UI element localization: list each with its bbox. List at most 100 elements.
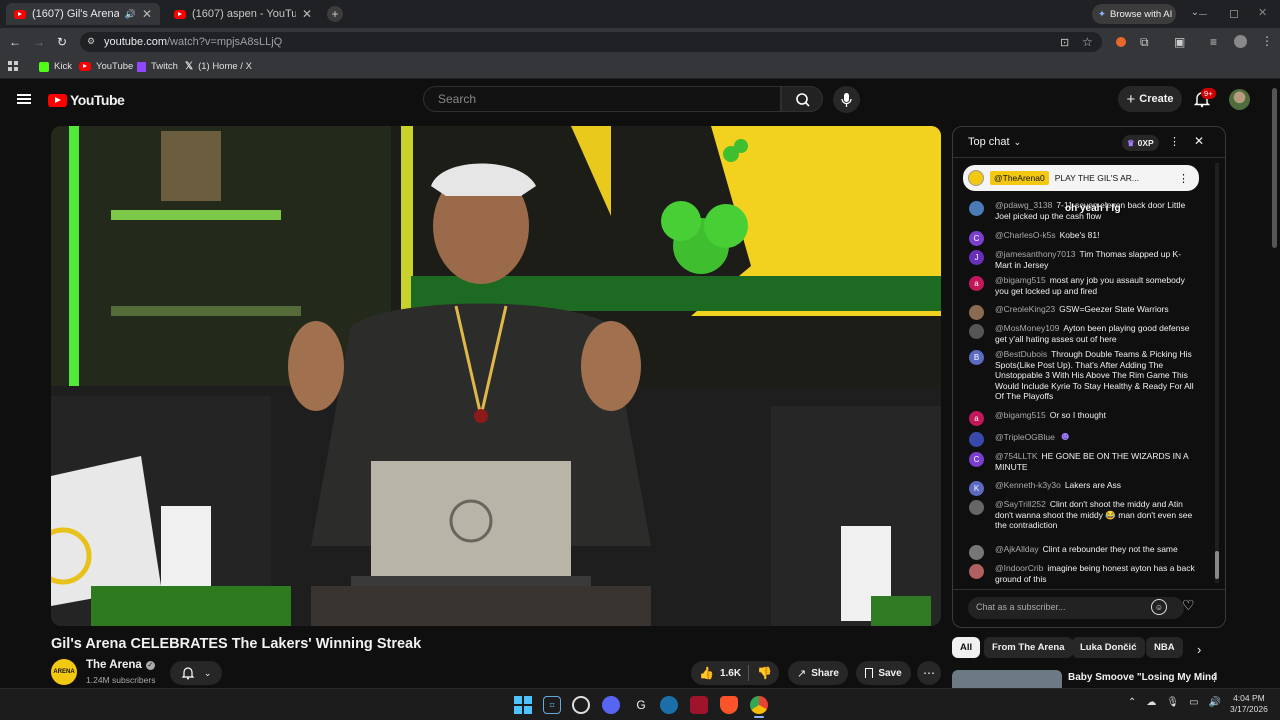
chat-avatar[interactable] (969, 324, 984, 339)
chat-author[interactable]: @BestDubois (995, 349, 1047, 359)
video-player[interactable] (51, 126, 941, 626)
apps-grid-icon[interactable] (8, 61, 18, 71)
bookmark-kick[interactable]: Kick (39, 61, 72, 72)
chat-message[interactable]: @TripleOGBlue ☻ (995, 430, 1195, 443)
maximize-icon[interactable] (1230, 10, 1238, 18)
chat-avatar[interactable] (969, 500, 984, 515)
close-window-icon[interactable]: ✕ (1258, 6, 1267, 19)
tab-gils-arena[interactable]: (1607) Gil's Arena CELEBRATES 🔊 ✕ (6, 3, 160, 25)
chat-author[interactable]: @bigamg515 (995, 410, 1046, 420)
chat-author[interactable]: @CreoleKing23 (995, 304, 1055, 314)
new-tab-icon[interactable]: + (327, 6, 343, 22)
more-menu-icon[interactable]: ⋮ (1261, 34, 1273, 48)
chat-scroll-thumb[interactable] (1215, 551, 1219, 579)
taskbar-app-icon[interactable] (690, 696, 708, 714)
chat-message[interactable]: @BestDubois Through Double Teams & Pickin… (995, 349, 1195, 402)
reload-icon[interactable]: ↻ (57, 35, 67, 49)
chat-author[interactable]: @MosMoney109 (995, 323, 1059, 333)
chip-all[interactable]: All (952, 637, 981, 658)
reading-list-icon[interactable]: ≡ (1210, 35, 1217, 49)
tab-search-icon[interactable]: ⌄ (1188, 7, 1202, 18)
install-app-icon[interactable]: ⊡ (1060, 36, 1069, 49)
chip-from-the-arena[interactable]: From The Arena (984, 637, 1073, 658)
chat-author[interactable]: @CharlesO-k5s (995, 230, 1056, 240)
chat-avatar[interactable]: J (969, 250, 984, 265)
chat-message[interactable]: @754LLTK HE GONE BE ON THE WIZARDS IN A M… (995, 451, 1195, 472)
bookmark-twitch[interactable]: Twitch (137, 61, 178, 72)
chat-message[interactable]: @MosMoney109 Ayton been playing good defe… (995, 323, 1195, 344)
chat-message[interactable]: @AjkAllday Clint a rebounder they not the… (995, 544, 1195, 555)
emoji-icon[interactable]: ☺ (1151, 599, 1167, 615)
chat-avatar[interactable]: C (969, 231, 984, 246)
hamburger-menu-icon[interactable] (17, 94, 31, 104)
profile-avatar[interactable] (1234, 35, 1247, 48)
top-chat-dropdown[interactable]: Top chat ⌄ (968, 136, 1021, 148)
chat-author[interactable]: @TripleOGBlue (995, 432, 1055, 442)
xp-badge[interactable]: ♛ 0XP (1122, 135, 1159, 151)
cloud-icon[interactable]: ☁ (1146, 697, 1156, 708)
chat-author[interactable]: @IndoorCrib (995, 563, 1043, 573)
chat-avatar[interactable]: B (969, 350, 984, 365)
chat-author[interactable]: @AjkAllday (995, 544, 1039, 554)
minimize-icon[interactable] (1199, 14, 1207, 15)
chat-author[interactable]: @jamesanthony7013 (995, 249, 1075, 259)
pinned-message[interactable]: @TheArena0 PLAY THE GIL'S AR... ⋮ (963, 165, 1199, 191)
tab-aspen[interactable]: (1607) aspen - YouTube ✕ (166, 3, 320, 25)
voice-search-button[interactable] (833, 86, 860, 113)
chat-author[interactable]: @pdawg_3138 (995, 200, 1052, 210)
search-button[interactable] (781, 86, 823, 112)
site-info-icon[interactable]: ⚙ (87, 36, 95, 47)
pinned-more-icon[interactable]: ⋮ (1178, 172, 1189, 185)
create-button[interactable]: + Create (1118, 86, 1182, 112)
search-input[interactable]: Search (423, 86, 781, 112)
taskbar-browser-icon[interactable] (572, 696, 590, 714)
extensions-puzzle-icon[interactable]: ⧉ (1140, 35, 1149, 50)
system-tray[interactable]: ⌃ ☁ 🎙 ▭ 🔊 (1128, 697, 1221, 708)
windows-start-icon[interactable] (514, 696, 532, 714)
tray-overflow-icon[interactable]: ⌃ (1128, 697, 1136, 708)
chat-avatar[interactable] (969, 305, 984, 320)
chat-more-icon[interactable]: ⋮ (1169, 135, 1180, 148)
chat-message[interactable]: @Kenneth-k3y3o Lakers are Ass (995, 480, 1195, 491)
clock[interactable]: 4:04 PM 3/17/2026 (1230, 693, 1268, 715)
extension-icon[interactable] (1116, 37, 1126, 47)
chat-avatar[interactable]: a (969, 276, 984, 291)
bookmark-youtube[interactable]: YouTube (79, 61, 133, 72)
page-scrollbar[interactable] (1272, 88, 1277, 248)
channel-name-link[interactable]: The Arena ✓ (86, 659, 155, 671)
sidebar-icon[interactable]: ▣ (1174, 35, 1185, 49)
recommendation-more-icon[interactable]: ⋮ (1209, 671, 1220, 684)
close-tab-icon[interactable]: ✕ (142, 7, 152, 21)
brave-icon[interactable] (720, 696, 738, 714)
chat-message[interactable]: @CreoleKing23 GSW=Geezer State Warriors (995, 304, 1195, 315)
chat-avatar[interactable]: C (969, 452, 984, 467)
forward-icon[interactable]: → (33, 35, 45, 49)
chat-avatar[interactable] (969, 545, 984, 560)
account-avatar[interactable] (1229, 89, 1250, 110)
taskbar-app-icon[interactable]: ⌗ (543, 696, 561, 714)
notifications-button[interactable]: 9+ (1193, 88, 1216, 113)
chat-author[interactable]: @bigamg515 (995, 275, 1046, 285)
browse-with-ai-button[interactable]: ✦ Browse with AI (1092, 4, 1176, 24)
chat-author[interactable]: @Kenneth-k3y3o (995, 480, 1061, 490)
channel-avatar[interactable]: ARENA (51, 659, 77, 685)
taskbar-app-icon[interactable]: G (632, 696, 650, 714)
chat-message[interactable]: @IndoorCrib imagine being honest ayton ha… (995, 563, 1195, 584)
address-bar[interactable]: ⚙ youtube.com/watch?v=mpjsA8sLLjQ (80, 32, 1102, 52)
chat-message[interactable]: @CharlesO-k5s Kobe's 81! (995, 230, 1195, 241)
close-chat-icon[interactable]: ✕ (1194, 134, 1204, 148)
close-tab-icon[interactable]: ✕ (302, 7, 312, 21)
like-button[interactable]: 👍 1.6K (691, 665, 749, 681)
chat-message[interactable]: @SayTrill252 Clint don't shoot the middy … (995, 499, 1195, 531)
chat-avatar[interactable] (969, 201, 984, 216)
heart-icon[interactable]: ♡ (1182, 597, 1195, 614)
bookmark-x[interactable]: 𝕏 (1) Home / X (185, 61, 252, 72)
chip-luka-doncic[interactable]: Luka Dončić (1072, 637, 1145, 658)
dislike-button[interactable]: 👎 (749, 664, 772, 682)
subscription-bell-button[interactable]: ⌄ (170, 661, 222, 685)
steam-icon[interactable] (660, 696, 678, 714)
chrome-icon[interactable] (750, 696, 768, 714)
more-actions-button[interactable]: ⋯ (917, 661, 941, 685)
recommendation-title[interactable]: Baby Smoove "Losing My Mind (1068, 672, 1217, 683)
chat-scrollbar[interactable] (1215, 163, 1219, 583)
